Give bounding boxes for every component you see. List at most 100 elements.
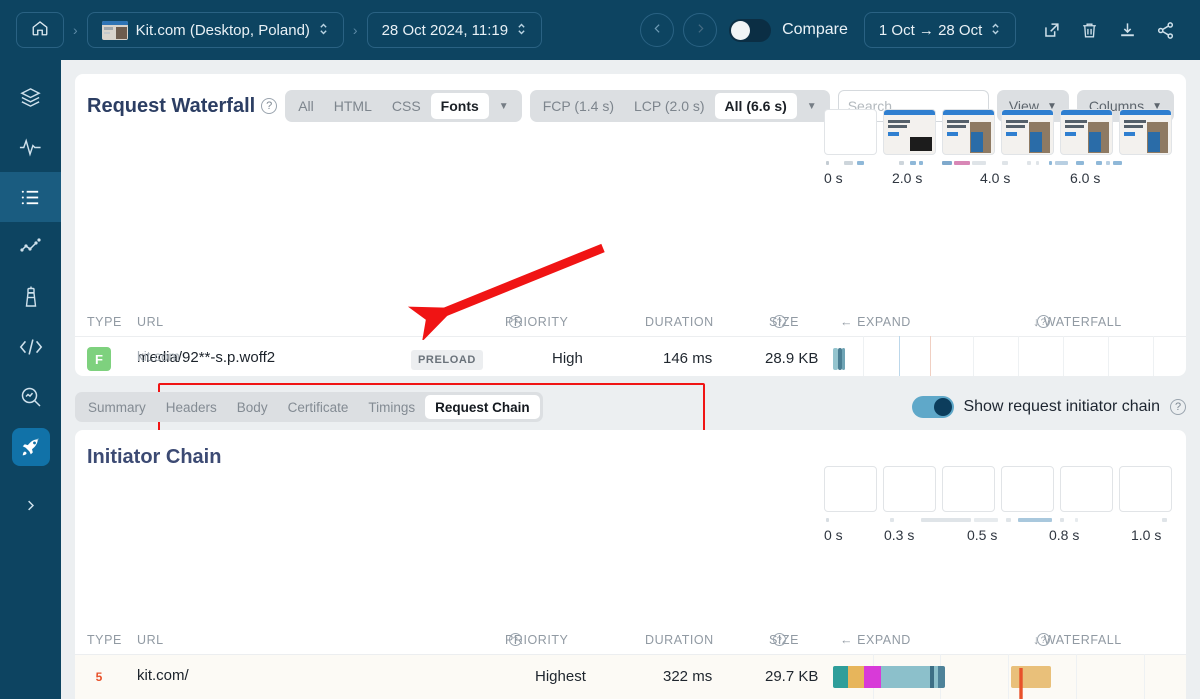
sidebar-expand-button[interactable] (0, 480, 61, 530)
filmstrip-frame[interactable] (883, 109, 936, 155)
filter-fonts[interactable]: Fonts (430, 93, 489, 119)
timeline-cell[interactable] (824, 466, 877, 512)
sidebar-item-pulse[interactable] (0, 122, 61, 172)
timeline-cell[interactable] (942, 466, 995, 512)
col-expand[interactable]: ← EXPAND (840, 315, 911, 329)
sidebar-item-speed[interactable] (0, 422, 61, 472)
date-selector[interactable]: 28 Oct 2024, 11:19 (366, 12, 543, 48)
col-url: URL (137, 315, 164, 329)
list-icon (19, 186, 42, 209)
filter-all-time[interactable]: All (6.6 s) (714, 93, 797, 119)
site-thumbnail-icon (101, 20, 128, 40)
help-icon: ? (773, 633, 786, 646)
filmstrip-frame[interactable] (1001, 109, 1054, 155)
sidebar-item-lighthouse[interactable] (0, 272, 61, 322)
filmstrip-frame[interactable] (942, 109, 995, 155)
main-content: Request Waterfall? All HTML CSS Fonts ▼ … (61, 60, 1200, 699)
row-priority: Highest (535, 668, 586, 685)
row-size: 29.7 KB (765, 668, 819, 685)
sidebar-item-trends[interactable] (0, 222, 61, 272)
timeline-cell[interactable] (1119, 466, 1172, 512)
filmstrip-frame[interactable] (1119, 109, 1172, 155)
help-icon: ? (1037, 315, 1050, 328)
search-insight-icon (19, 385, 43, 409)
col-expand[interactable]: ← EXPAND (840, 633, 911, 647)
tab-timings[interactable]: Timings (358, 395, 425, 419)
tick-label: 0.5 s (967, 527, 998, 543)
filmstrip-frame[interactable] (824, 109, 877, 155)
detail-tabstrip: Summary Headers Body Certificate Timings… (75, 390, 1186, 424)
download-icon[interactable] (1112, 15, 1142, 45)
tick-label: 0 s (824, 527, 843, 543)
external-link-icon[interactable] (1036, 15, 1066, 45)
initiator-chain-toggle[interactable] (912, 396, 955, 418)
initiator-chain-label: Show request initiator chain (963, 398, 1160, 415)
help-icon: ? (509, 633, 522, 646)
table-row[interactable]: 5 kit.com/ Highest 322 ms 29.7 KB (75, 654, 1186, 699)
code-icon (18, 336, 44, 358)
rocket-icon (11, 428, 50, 466)
help-icon[interactable]: ? (1170, 399, 1186, 415)
compare-label: Compare (782, 21, 848, 38)
home-button[interactable] (16, 12, 64, 48)
help-icon: ? (1037, 633, 1050, 646)
initiator-tick-labels: 0 s 0.3 s 0.5 s 0.8 s 1.0 s (824, 527, 1172, 547)
trash-icon[interactable] (1074, 15, 1104, 45)
row-duration: 322 ms (663, 668, 713, 685)
next-button[interactable] (683, 13, 718, 47)
tab-body[interactable]: Body (227, 395, 278, 419)
filter-all[interactable]: All (288, 93, 324, 119)
chevron-down-icon[interactable]: ▼ (489, 101, 519, 112)
col-duration[interactable]: DURATION (645, 633, 714, 647)
home-icon (31, 19, 49, 41)
app-root: › Kit.com (Desktop, Poland) › 28 Oct 202… (0, 0, 1200, 699)
filter-css[interactable]: CSS (382, 93, 431, 119)
sidebar-item-code[interactable] (0, 322, 61, 372)
sidebar-item-insights[interactable] (0, 372, 61, 422)
waterfall-title-text: Request Waterfall (87, 94, 256, 117)
filter-html[interactable]: HTML (324, 93, 382, 119)
tab-summary[interactable]: Summary (78, 395, 156, 419)
chevron-down-icon[interactable]: ▼ (797, 101, 827, 112)
help-icon[interactable]: ? (261, 98, 278, 115)
tick-label: 0 s (824, 170, 843, 186)
tab-certificate[interactable]: Certificate (278, 395, 359, 419)
col-duration[interactable]: DURATION (645, 315, 714, 329)
col-type: TYPE (87, 633, 122, 647)
filter-fcp[interactable]: FCP (1.4 s) (533, 93, 624, 119)
sidebar-item-layers[interactable] (0, 72, 61, 122)
help-icon: ? (509, 315, 522, 328)
tick-label: 0.3 s (884, 527, 915, 543)
filmstrip: 0 s 2.0 s 4.0 s 6.0 s (824, 109, 1172, 190)
request-waterfall-card: Request Waterfall? All HTML CSS Fonts ▼ … (75, 74, 1186, 376)
time-filter-group: FCP (1.4 s) LCP (2.0 s) All (6.6 s) ▼ (529, 90, 830, 122)
site-selector[interactable]: Kit.com (Desktop, Poland) (86, 12, 344, 48)
col-type: TYPE (87, 315, 122, 329)
top-header-bar: › Kit.com (Desktop, Poland) › 28 Oct 202… (0, 0, 1200, 60)
row-waterfall (833, 336, 1186, 376)
timeline-cell[interactable] (883, 466, 936, 512)
chevron-updown-icon (990, 21, 1001, 40)
sidebar-item-requests[interactable] (0, 172, 61, 222)
timeline-cell[interactable] (1060, 466, 1113, 512)
timeline-cell[interactable] (1001, 466, 1054, 512)
initiator-timeline-cells (824, 466, 1172, 512)
filmstrip-tick-labels: 0 s 2.0 s 4.0 s 6.0 s (824, 170, 1172, 190)
chevron-updown-icon (318, 21, 329, 40)
row-duration: 146 ms (663, 350, 713, 367)
initiator-table-header: TYPE URL PRIORITY? DURATION SIZE? ← EXPA… (87, 633, 1122, 647)
scatter-icon (19, 235, 43, 259)
lighthouse-icon (20, 285, 42, 309)
compare-toggle[interactable] (729, 18, 772, 42)
prev-button[interactable] (640, 13, 675, 47)
tab-headers[interactable]: Headers (156, 395, 227, 419)
tab-request-chain[interactable]: Request Chain (425, 395, 540, 419)
initiator-activity-ticks (824, 514, 1172, 526)
col-url: URL (137, 633, 164, 647)
table-row[interactable]: F media/92**-s.p.woff2 kit.com PRELOAD H… (75, 336, 1186, 376)
date-range-label: 1 Oct → 28 Oct (878, 21, 983, 39)
share-icon[interactable] (1150, 15, 1180, 45)
filmstrip-frame[interactable] (1060, 109, 1113, 155)
filter-lcp[interactable]: LCP (2.0 s) (624, 93, 715, 119)
date-range-selector[interactable]: 1 Oct → 28 Oct (863, 12, 1017, 48)
